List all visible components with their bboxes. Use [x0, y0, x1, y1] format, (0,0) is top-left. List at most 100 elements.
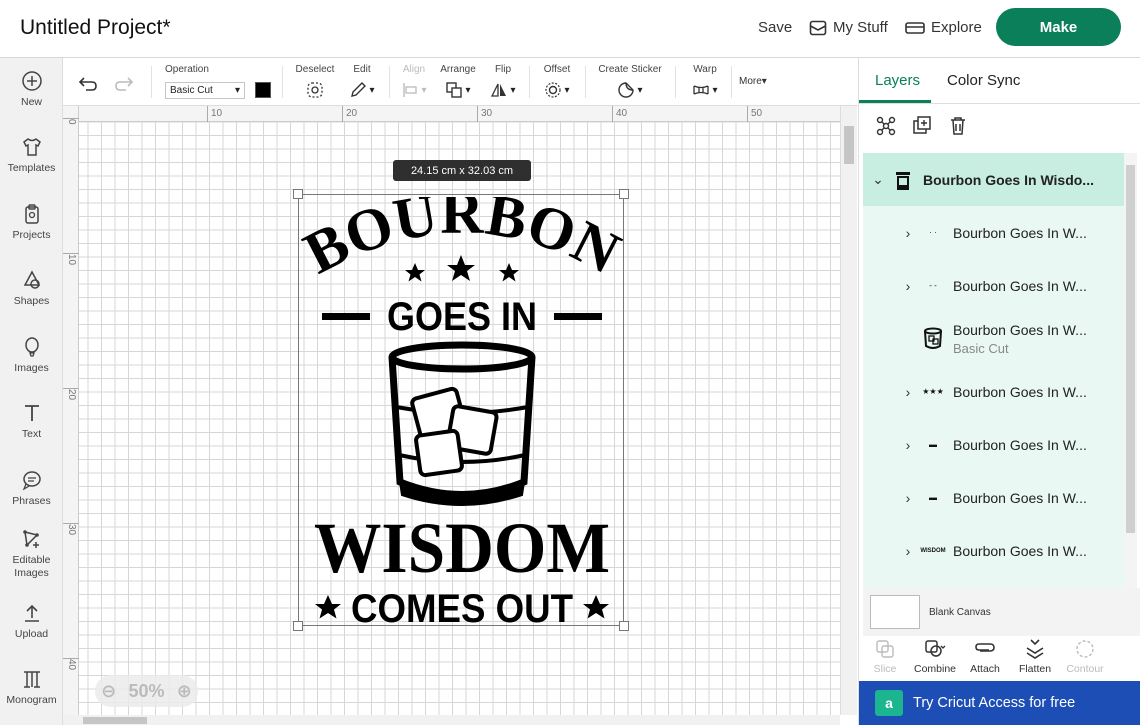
explore-button[interactable]: Explore [905, 19, 982, 36]
ruler-tick: 20 [63, 388, 79, 405]
redo-button[interactable] [113, 74, 135, 97]
blank-canvas-swatch[interactable] [870, 595, 920, 629]
delete-icon[interactable] [947, 115, 969, 137]
sidebar-item-images[interactable]: Images [0, 336, 63, 374]
contour-button[interactable]: Contour [1061, 636, 1109, 681]
tab-color-sync[interactable]: Color Sync [947, 72, 1020, 89]
operation-select[interactable]: Basic Cut ▾ [165, 81, 245, 99]
zoom-out-button[interactable]: ⊖ [101, 681, 116, 702]
dropdown-caret-icon: ▾ [465, 84, 471, 96]
layer-row[interactable]: › ★★★ Bourbon Goes In W... [863, 365, 1124, 418]
upload-icon [24, 604, 39, 622]
ruler-horizontal: 10 20 30 40 50 [63, 106, 840, 122]
layer-group-name: Bourbon Goes In Wisdo... [923, 171, 1094, 188]
sidebar-label: Phrases [12, 495, 51, 507]
sidebar-label: Monogram [6, 694, 57, 706]
canvas-horizontal-scrollbar[interactable] [63, 715, 840, 725]
explore-label: Explore [931, 19, 982, 36]
combine-button[interactable]: Combine [911, 636, 959, 681]
inbox-icon [809, 20, 827, 35]
arrange-button[interactable]: Arrange ▾ [439, 64, 477, 100]
chevron-right-icon[interactable]: › [901, 437, 915, 453]
app-header: Untitled Project* Save My Stuff Explore … [0, 0, 1140, 58]
more-label: More [739, 76, 762, 87]
chevron-right-icon[interactable]: › [901, 490, 915, 506]
sidebar-item-new[interactable]: New [0, 70, 63, 108]
flatten-button[interactable]: Flatten [1011, 636, 1059, 681]
save-button[interactable]: Save [758, 19, 792, 36]
sidebar-label: Editable Images [12, 554, 51, 579]
ruler-vertical: 0 10 20 30 40 [63, 106, 79, 715]
cricut-access-banner[interactable]: a Try Cricut Access for free [859, 681, 1140, 725]
chevron-right-icon[interactable]: › [901, 384, 915, 400]
undo-icon [78, 77, 97, 91]
ruler-tick: 50 [747, 106, 762, 122]
sidebar-item-monogram[interactable]: Monogram [0, 668, 63, 706]
zoom-in-button[interactable]: ⊕ [177, 681, 192, 702]
layers-list: ⌄ Bourbon Goes In Wisdo... › · · Bourbon… [863, 153, 1124, 593]
sidebar-item-upload[interactable]: Upload [0, 602, 63, 640]
operation-group: Operation Basic Cut ▾ [165, 64, 271, 100]
warp-button[interactable]: Warp ▾ [687, 64, 723, 100]
deselect-button[interactable]: Deselect [294, 64, 336, 100]
ruler-tick: 30 [477, 106, 492, 122]
layer-thumbnail: ▬ [929, 493, 937, 502]
layer-row[interactable]: › - - Bourbon Goes In W... [863, 259, 1124, 312]
layer-group-row[interactable]: ⌄ Bourbon Goes In Wisdo... [863, 153, 1124, 206]
sidebar-item-shapes[interactable]: Shapes [0, 269, 63, 307]
pencil-icon [351, 82, 367, 97]
shirt-icon [22, 138, 41, 156]
combine-icon [925, 640, 946, 657]
balloon-icon [24, 337, 39, 357]
attach-button[interactable]: Attach [961, 636, 1009, 681]
chevron-down-icon[interactable]: ⌄ [871, 171, 885, 188]
layer-row[interactable]: › ▬ Bourbon Goes In W... [863, 418, 1124, 471]
offset-button[interactable]: Offset ▾ [539, 64, 575, 100]
layer-thumbnail: - - [929, 281, 937, 290]
slice-button[interactable]: Slice [861, 636, 909, 681]
deselect-icon [307, 82, 323, 98]
chevron-right-icon[interactable]: › [901, 543, 915, 559]
project-title[interactable]: Untitled Project* [20, 16, 171, 40]
layer-thumbnail: WISDOM [920, 547, 946, 554]
layer-row[interactable]: › ▬ Bourbon Goes In W... [863, 471, 1124, 524]
chevron-right-icon[interactable]: › [901, 278, 915, 294]
duplicate-icon[interactable] [911, 115, 933, 137]
layer-row[interactable]: Bourbon Goes In W... Basic Cut [863, 312, 1124, 365]
more-button[interactable]: More▾ [739, 76, 767, 87]
create-sticker-button[interactable]: Create Sticker ▾ [595, 64, 665, 100]
make-button[interactable]: Make [996, 8, 1121, 46]
sidebar-item-templates[interactable]: Templates [0, 136, 63, 174]
canvas-vertical-scrollbar[interactable] [840, 106, 857, 715]
bourbon-design[interactable]: BOURBON GOES IN WISDOM COMES OUT [300, 197, 624, 627]
blank-canvas-row[interactable]: Blank Canvas [863, 588, 1140, 636]
layer-row[interactable]: › WISDOM Bourbon Goes In W... [863, 524, 1124, 577]
tab-layers[interactable]: Layers [875, 72, 920, 89]
edit-button[interactable]: Edit ▾ [347, 64, 377, 100]
sidebar-item-text[interactable]: Text [0, 402, 63, 440]
sidebar-item-phrases[interactable]: Phrases [0, 469, 63, 507]
sidebar-label: Shapes [13, 295, 50, 307]
dropdown-caret-icon: ▾ [369, 84, 375, 96]
layer-row[interactable]: › · · Bourbon Goes In W... [863, 206, 1124, 259]
design-text-line2: GOES IN [387, 295, 537, 339]
sidebar-item-editable-images[interactable]: Editable Images [0, 528, 63, 580]
operation-color-swatch[interactable] [255, 82, 271, 98]
monogram-icon [23, 671, 40, 688]
speech-bubble-icon [22, 471, 41, 491]
sidebar-label: Images [14, 362, 49, 374]
align-button[interactable]: Align ▾ [399, 64, 429, 100]
group-icon[interactable] [875, 115, 897, 137]
chevron-right-icon[interactable]: › [901, 225, 915, 241]
ruler-tick: 10 [63, 253, 79, 270]
layer-name: Bourbon Goes In W... [953, 321, 1087, 338]
undo-button[interactable] [77, 74, 99, 97]
sidebar-item-projects[interactable]: Projects [0, 203, 63, 241]
layers-panel: Layers Color Sync ⌄ Bourbon Goes In Wisd… [858, 58, 1140, 725]
my-stuff-button[interactable]: My Stuff [809, 19, 888, 36]
dropdown-caret-icon: ▾ [712, 84, 718, 96]
layer-name: Bourbon Goes In W... [953, 277, 1087, 294]
layers-scrollbar[interactable] [1124, 153, 1137, 593]
offset-label: Offset [543, 64, 571, 75]
flip-button[interactable]: Flip ▾ [489, 64, 517, 100]
